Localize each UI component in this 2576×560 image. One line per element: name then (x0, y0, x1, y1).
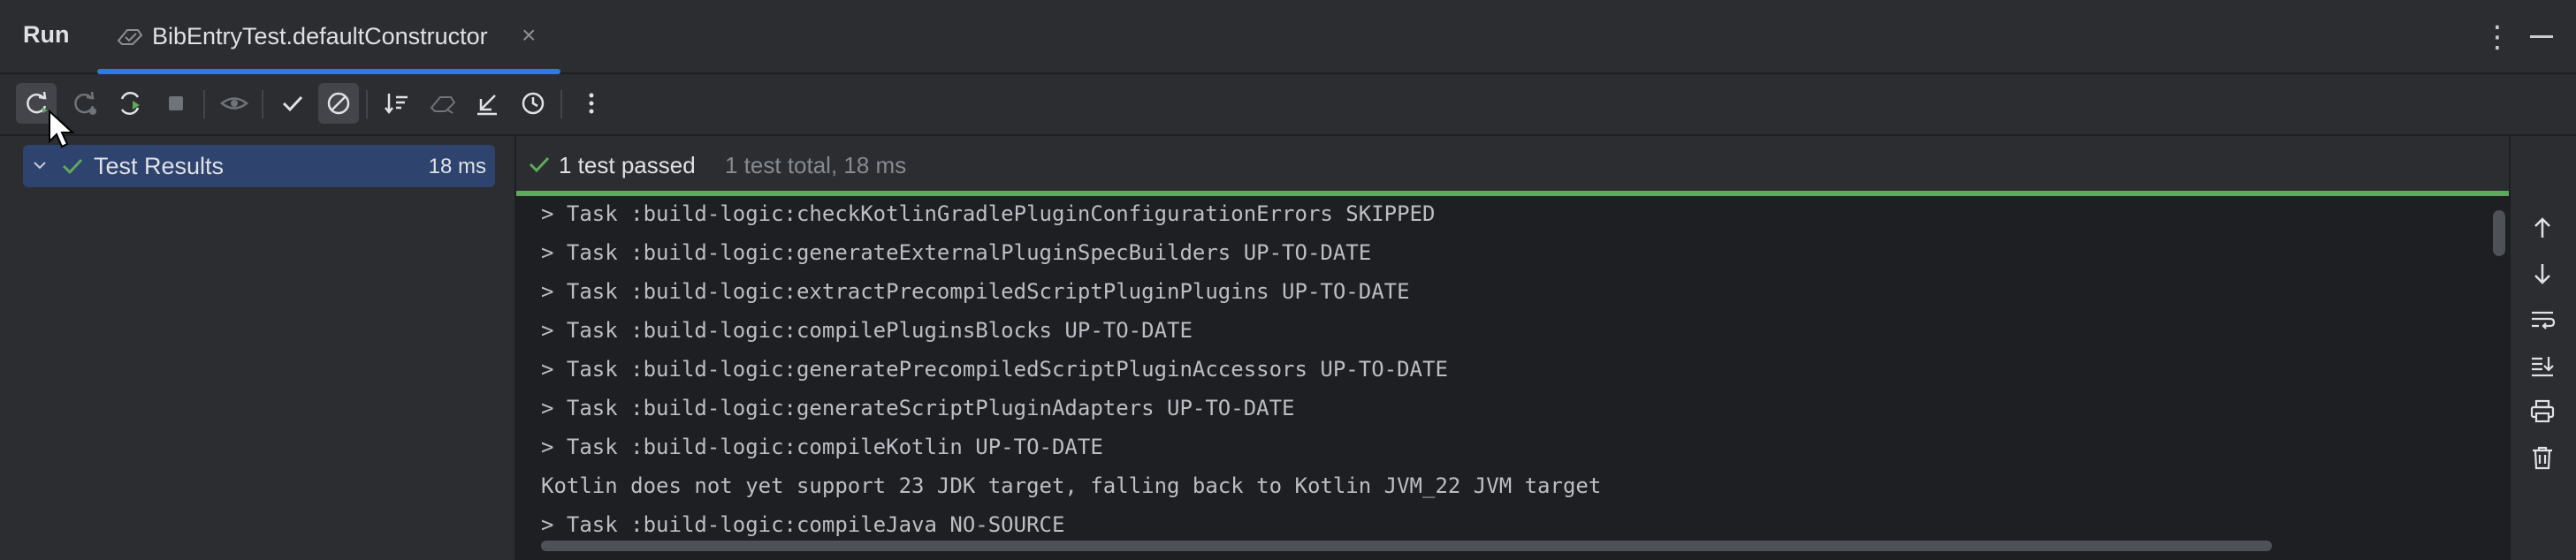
console-line: > Task :build-logic:checkKotlinGradlePlu… (541, 201, 1436, 226)
toggle-auto-test-icon[interactable] (110, 83, 150, 124)
minimize-icon[interactable] (2530, 35, 2553, 38)
trash-icon[interactable] (2525, 440, 2560, 475)
more-icon[interactable] (571, 83, 612, 124)
test-runner-toolbar (0, 74, 2576, 136)
test-status-bar: 1 test passed 1 test total, 18 ms (516, 136, 2509, 191)
test-run-icon (115, 23, 145, 49)
console-line: > Task :build-logic:extractPrecompiledSc… (541, 279, 1410, 304)
console-line: > Task :build-logic:compileKotlin UP-TO-… (541, 435, 1103, 459)
tree-item-label: Test Results (94, 153, 225, 179)
arrow-up-icon[interactable] (2525, 210, 2560, 246)
close-icon[interactable]: × (522, 21, 536, 49)
console-panel: 1 test passed 1 test total, 18 ms > Task… (516, 136, 2509, 560)
show-ignored-icon[interactable] (318, 83, 359, 124)
console-output[interactable]: > Task :build-logic:checkKotlinGradlePlu… (516, 196, 2509, 560)
tool-window-header: Run BibEntryTest.defaultConstructor × ⋮ (0, 0, 2576, 74)
mouse-cursor-icon (49, 110, 75, 148)
check-icon (527, 152, 552, 177)
console-line: > Task :build-logic:compilePluginsBlocks… (541, 318, 1193, 343)
tool-window-title: Run (23, 21, 70, 48)
horizontal-scrollbar[interactable] (541, 541, 2272, 551)
chevron-down-icon[interactable] (30, 155, 50, 175)
console-line: > Task :build-logic:generateExternalPlug… (541, 240, 1372, 265)
more-options-icon[interactable]: ⋮ (2482, 19, 2512, 55)
tests-total-text: 1 test total, 18 ms (725, 152, 907, 178)
toolbar-separator (366, 90, 368, 118)
console-line: > Task :build-logic:generateScriptPlugin… (541, 396, 1295, 420)
console-actions (2509, 136, 2576, 560)
toolbar-separator (560, 90, 562, 118)
vertical-scrollbar[interactable] (2493, 210, 2505, 256)
test-results-tree: Test Results 18 ms (0, 136, 516, 560)
tab-label: BibEntryTest.defaultConstructor (152, 23, 488, 49)
toolbar-separator (262, 90, 263, 118)
check-icon (60, 154, 85, 178)
export-tests-icon[interactable] (467, 83, 507, 124)
show-passed-icon[interactable] (214, 83, 255, 124)
console-line: > Task :build-logic:generatePrecompiledS… (541, 357, 1448, 382)
console-line: > Task :build-logic:compileJava NO-SOURC… (541, 512, 1065, 537)
test-results-root[interactable]: Test Results 18 ms (23, 145, 495, 187)
history-icon[interactable] (513, 83, 553, 124)
print-icon[interactable] (2525, 394, 2560, 429)
sort-icon[interactable] (377, 83, 417, 124)
console-line: Kotlin does not yet support 23 JDK targe… (541, 473, 1602, 498)
toolbar-separator (203, 90, 205, 118)
tab-run-configuration[interactable]: BibEntryTest.defaultConstructor × (97, 0, 560, 74)
show-passed-check-icon[interactable] (272, 83, 313, 124)
arrow-down-icon[interactable] (2525, 256, 2560, 291)
scroll-to-end-icon[interactable] (2525, 348, 2560, 383)
import-tests-icon[interactable] (423, 83, 463, 124)
tree-item-duration: 18 ms (428, 155, 486, 178)
stop-icon[interactable] (156, 83, 196, 124)
soft-wrap-icon[interactable] (2525, 302, 2560, 337)
tests-passed-text: 1 test passed (559, 152, 696, 178)
